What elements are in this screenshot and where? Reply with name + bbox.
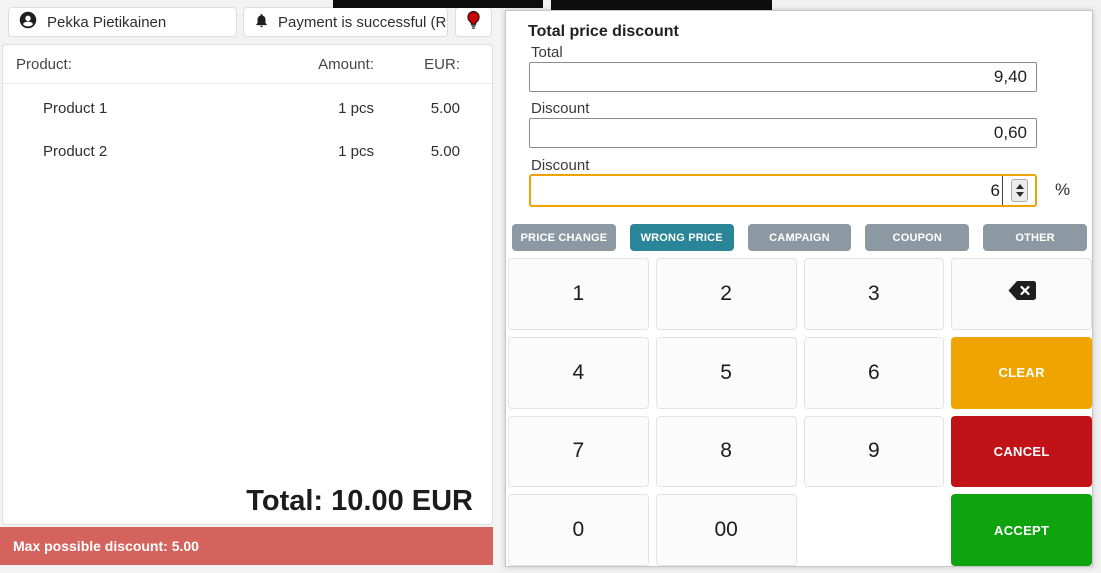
- backspace-icon: [1007, 280, 1037, 307]
- total-input[interactable]: 9,40: [529, 62, 1037, 92]
- notification-text: Payment is successful (Rece...: [278, 14, 448, 31]
- reason-other-button[interactable]: OTHER: [983, 224, 1087, 251]
- numpad-key-3[interactable]: 3: [804, 258, 945, 330]
- user-name: Pekka Pietikainen: [47, 14, 166, 31]
- table-row[interactable]: Product 2 1 pcs 5.00: [3, 133, 492, 170]
- numpad-key-8[interactable]: 8: [656, 416, 797, 488]
- numpad-key-1[interactable]: 1: [508, 258, 649, 330]
- discount-percent-field-label: Discount: [531, 157, 589, 174]
- backspace-button[interactable]: [951, 258, 1092, 330]
- notification-button[interactable]: Payment is successful (Rece...: [243, 7, 448, 37]
- account-icon: [19, 11, 37, 33]
- product-amount: 1 pcs: [279, 100, 374, 117]
- discount-input[interactable]: 0,60: [529, 118, 1037, 148]
- top-black-bar-right: [551, 0, 772, 10]
- lamp-button[interactable]: [455, 7, 492, 37]
- total-input-value: 9,40: [994, 67, 1027, 87]
- pos-screen: Pekka Pietikainen Payment is successful …: [0, 0, 1101, 573]
- product-table-header: Product: Amount: EUR:: [3, 45, 492, 84]
- product-price: 5.00: [374, 100, 460, 117]
- product-name: Product 1: [43, 100, 279, 117]
- discount-reason-buttons: PRICE CHANGE WRONG PRICE CAMPAIGN COUPON…: [512, 224, 1087, 251]
- spinner-up-icon[interactable]: [1016, 184, 1024, 189]
- numpad-key-5[interactable]: 5: [656, 337, 797, 409]
- discount-percent-input[interactable]: 6: [529, 174, 1037, 207]
- numpad-key-2[interactable]: 2: [656, 258, 797, 330]
- column-product: Product:: [16, 56, 279, 73]
- discount-percent-value: 6: [991, 176, 1003, 205]
- total-price-discount-dialog: Total price discount Total 9,40 Discount…: [505, 10, 1093, 567]
- bell-icon: [254, 12, 269, 33]
- receipt-panel: Pekka Pietikainen Payment is successful …: [0, 0, 499, 573]
- top-black-bar-left: [333, 0, 543, 8]
- receipt-total: Total: 10.00 EUR: [246, 485, 473, 518]
- product-price: 5.00: [374, 143, 460, 160]
- product-name: Product 2: [43, 143, 279, 160]
- lightbulb-icon: [465, 10, 482, 34]
- clear-button[interactable]: CLEAR: [951, 337, 1092, 409]
- reason-price-change-button[interactable]: PRICE CHANGE: [512, 224, 616, 251]
- numpad-key-4[interactable]: 4: [508, 337, 649, 409]
- number-spinner[interactable]: [1011, 179, 1028, 202]
- numpad: 1 2 3 4 5 6 CLEAR 7 8 9 CANCEL 0 00: [508, 258, 1092, 566]
- table-row[interactable]: Product 1 1 pcs 5.00: [3, 90, 492, 127]
- numpad-key-9[interactable]: 9: [804, 416, 945, 488]
- discount-field-label: Discount: [531, 100, 589, 117]
- product-amount: 1 pcs: [279, 143, 374, 160]
- reason-wrong-price-button[interactable]: WRONG PRICE: [630, 224, 734, 251]
- cancel-button[interactable]: CANCEL: [951, 416, 1092, 488]
- user-button[interactable]: Pekka Pietikainen: [8, 7, 237, 37]
- max-discount-banner: Max possible discount: 5.00: [0, 527, 493, 565]
- column-eur: EUR:: [374, 56, 460, 73]
- accept-button[interactable]: ACCEPT: [951, 494, 1092, 566]
- reason-coupon-button[interactable]: COUPON: [865, 224, 969, 251]
- dialog-title: Total price discount: [528, 23, 679, 41]
- percent-unit-label: %: [1055, 180, 1070, 200]
- numpad-empty-cell: [804, 494, 945, 566]
- spinner-down-icon[interactable]: [1016, 192, 1024, 197]
- reason-campaign-button[interactable]: CAMPAIGN: [748, 224, 852, 251]
- discount-input-value: 0,60: [994, 123, 1027, 143]
- product-list-card: Product: Amount: EUR: Product 1 1 pcs 5.…: [2, 44, 493, 525]
- numpad-key-0[interactable]: 0: [508, 494, 649, 566]
- total-field-label: Total: [531, 44, 563, 61]
- numpad-key-00[interactable]: 00: [656, 494, 797, 566]
- numpad-key-7[interactable]: 7: [508, 416, 649, 488]
- numpad-key-6[interactable]: 6: [804, 337, 945, 409]
- column-amount: Amount:: [279, 56, 374, 73]
